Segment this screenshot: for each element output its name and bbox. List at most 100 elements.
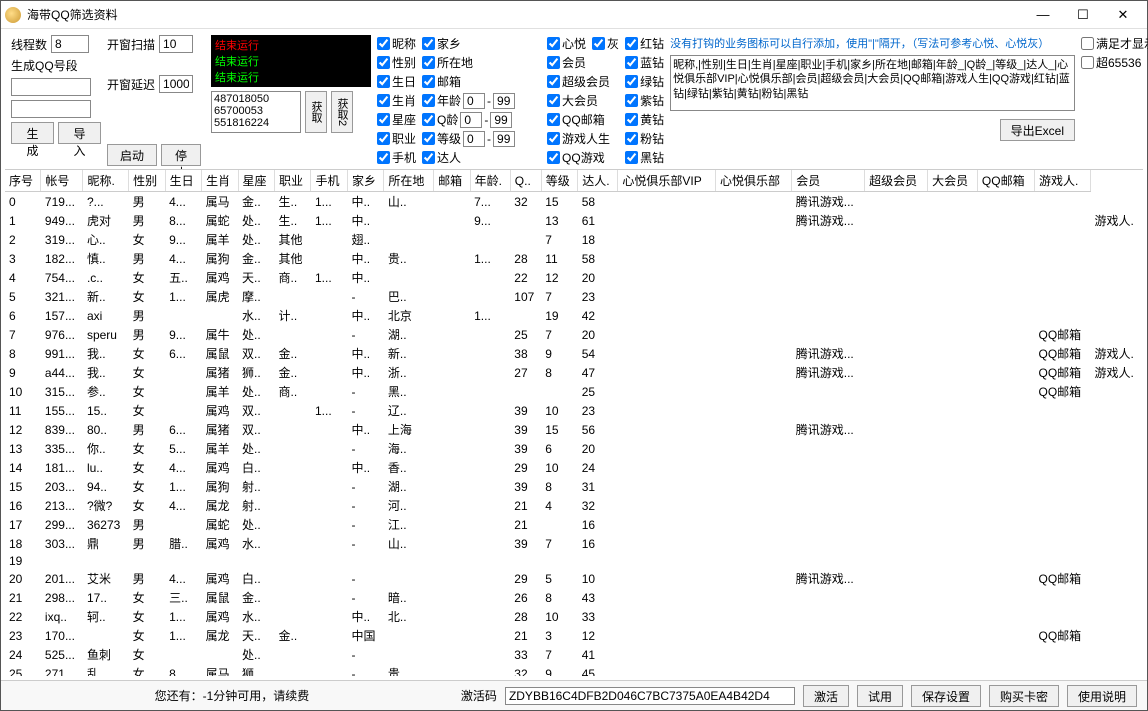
table-row[interactable]: 24525...鱼刺女处..-33741: [5, 645, 1143, 664]
minimize-button[interactable]: —: [1023, 3, 1063, 27]
col-header[interactable]: 等级: [541, 170, 577, 192]
table-row[interactable]: 14181...lu..女4...属鸡白..中..香..291024: [5, 458, 1143, 477]
col-header[interactable]: 达人.: [578, 170, 618, 192]
check-家乡[interactable]: 家乡: [422, 35, 515, 52]
check-绿钻[interactable]: 绿钻: [625, 73, 664, 90]
check-QQ游戏[interactable]: QQ游戏: [547, 149, 619, 166]
check-星座[interactable]: 星座: [377, 111, 416, 128]
table-row[interactable]: 11155...15..女属鸡双..1...-辽..391023: [5, 401, 1143, 420]
satisfy-show-check[interactable]: 满足才显示: [1081, 35, 1137, 52]
segment-from-input[interactable]: [11, 78, 91, 96]
check-灰[interactable]: 灰: [592, 35, 619, 52]
check-性别[interactable]: 性别: [377, 54, 416, 71]
check-Q龄[interactable]: Q龄-: [422, 111, 515, 128]
check-职业[interactable]: 职业: [377, 130, 416, 147]
col-header[interactable]: 大会员: [928, 170, 978, 192]
fetch-button[interactable]: 获取: [305, 91, 327, 133]
col-header[interactable]: 年龄.: [470, 170, 510, 192]
maximize-button[interactable]: ☐: [1063, 3, 1103, 27]
data-table-wrap[interactable]: 序号帐号昵称.性别生日生肖星座职业手机家乡所在地邮箱年龄.Q..等级达人.心悦俱…: [5, 169, 1143, 676]
table-row[interactable]: 17299...36273男属蛇处..-江..2116: [5, 515, 1143, 534]
col-header[interactable]: 帐号: [41, 170, 83, 192]
col-header[interactable]: 序号: [5, 170, 41, 192]
table-row[interactable]: 19: [5, 553, 1143, 569]
check-红钻[interactable]: 红钻: [625, 35, 664, 52]
table-row[interactable]: 25271...乱..女8...属马狮..-贵..32945: [5, 664, 1143, 676]
table-row[interactable]: 9a44...我..女属猪狮..金..中..浙..27847腾讯游戏...QQ邮…: [5, 363, 1143, 382]
check-粉钻[interactable]: 粉钻: [625, 130, 664, 147]
segment-to-input[interactable]: [11, 100, 91, 118]
check-黄钻[interactable]: 黄钻: [625, 111, 664, 128]
table-row[interactable]: 0719...?...男4...属马金..生..1...中..山..7...32…: [5, 192, 1143, 212]
import-button[interactable]: 导入: [58, 122, 101, 144]
trial-button[interactable]: 试用: [857, 685, 903, 707]
table-row[interactable]: 22ixq..轲..女1...属鸡水..中..北..281033: [5, 607, 1143, 626]
start-button[interactable]: 启动: [107, 144, 157, 166]
biz-fields-box[interactable]: 昵称,|性别|生日|生肖|星座|职业|手机|家乡|所在地|邮箱|年龄_|Q龄_|…: [670, 55, 1075, 111]
table-row[interactable]: 21298...17..女三..属鼠金..-暗..26843: [5, 588, 1143, 607]
col-header[interactable]: 职业: [275, 170, 311, 192]
col-header[interactable]: 星座: [238, 170, 274, 192]
over65536-check[interactable]: 超65536: [1081, 54, 1137, 71]
table-row[interactable]: 18303...鼎男腊..属鸡水..-山..39716: [5, 534, 1143, 553]
stop-button[interactable]: 停止: [161, 144, 201, 166]
check-邮箱[interactable]: 邮箱: [422, 73, 515, 90]
col-header[interactable]: 邮箱: [434, 170, 470, 192]
col-header[interactable]: 心悦俱乐部VIP: [618, 170, 716, 192]
save-settings-button[interactable]: 保存设置: [911, 685, 981, 707]
buy-card-button[interactable]: 购买卡密: [989, 685, 1059, 707]
activate-button[interactable]: 激活: [803, 685, 849, 707]
table-row[interactable]: 5321...新..女1...属虎摩..-巴..107723: [5, 287, 1143, 306]
check-蓝钻[interactable]: 蓝钻: [625, 54, 664, 71]
col-header[interactable]: 心悦俱乐部: [715, 170, 791, 192]
col-header[interactable]: 游戏人.: [1035, 170, 1091, 192]
col-header[interactable]: 超级会员: [865, 170, 928, 192]
col-header[interactable]: QQ邮箱: [977, 170, 1034, 192]
close-button[interactable]: ✕: [1103, 3, 1143, 27]
check-生肖[interactable]: 生肖: [377, 92, 416, 109]
check-大会员[interactable]: 大会员: [547, 92, 619, 109]
open-scan-input[interactable]: [159, 35, 193, 53]
check-心悦[interactable]: 心悦: [547, 35, 586, 52]
table-row[interactable]: 4754....c..女五..属鸡天..商..1...中..221220: [5, 268, 1143, 287]
check-会员[interactable]: 会员: [547, 54, 619, 71]
open-delay-input[interactable]: [159, 75, 193, 93]
col-header[interactable]: 性别: [129, 170, 165, 192]
check-年龄[interactable]: 年龄-: [422, 92, 515, 109]
help-button[interactable]: 使用说明: [1067, 685, 1137, 707]
col-header[interactable]: 所在地: [384, 170, 434, 192]
col-header[interactable]: 家乡: [347, 170, 383, 192]
check-超级会员[interactable]: 超级会员: [547, 73, 619, 90]
table-row[interactable]: 15203...94..女1...属狗射..-湖..39831: [5, 477, 1143, 496]
activation-code-input[interactable]: [505, 687, 795, 705]
table-row[interactable]: 12839...80..男6...属猪双..中..上海391556腾讯游戏...: [5, 420, 1143, 439]
table-row[interactable]: 3182...慎..男4...属狗金..其他中..贵..1...281158: [5, 249, 1143, 268]
col-header[interactable]: 生日: [165, 170, 201, 192]
check-黑钻[interactable]: 黑钻: [625, 149, 664, 166]
table-row[interactable]: 10315...参..女属羊处..商..-黑..25QQ邮箱: [5, 382, 1143, 401]
table-row[interactable]: 8991...我..女6...属鼠双..金..中..新..38954腾讯游戏..…: [5, 344, 1143, 363]
col-header[interactable]: 手机: [311, 170, 347, 192]
fetch2-button[interactable]: 获取2: [331, 91, 353, 133]
col-header[interactable]: Q..: [510, 170, 541, 192]
check-达人[interactable]: 达人: [422, 149, 515, 166]
table-row[interactable]: 6157...axi男水..计..中..北京1...1942: [5, 306, 1143, 325]
table-row[interactable]: 16213...?微?女4...属龙射..-河..21432: [5, 496, 1143, 515]
col-header[interactable]: 会员: [792, 170, 865, 192]
table-row[interactable]: 2319...心..女9...属羊处..其他翅..718: [5, 230, 1143, 249]
col-header[interactable]: 昵称.: [83, 170, 129, 192]
check-所在地[interactable]: 所在地: [422, 54, 515, 71]
col-header[interactable]: 生肖: [202, 170, 238, 192]
table-row[interactable]: 7976...speru男9...属牛处..-湖..25720QQ邮箱: [5, 325, 1143, 344]
check-游戏人生[interactable]: 游戏人生: [547, 130, 619, 147]
threads-input[interactable]: [51, 35, 89, 53]
generate-button[interactable]: 生成: [11, 122, 54, 144]
check-紫钻[interactable]: 紫钻: [625, 92, 664, 109]
check-生日[interactable]: 生日: [377, 73, 416, 90]
export-excel-button[interactable]: 导出Excel: [1000, 119, 1075, 141]
table-row[interactable]: 23170...女1...属龙天..金..中国21312QQ邮箱: [5, 626, 1143, 645]
qq-list-box[interactable]: 48701805065700053551816224: [211, 91, 301, 133]
check-昵称[interactable]: 昵称: [377, 35, 416, 52]
table-row[interactable]: 20201...艾米男4...属鸡白..-29510腾讯游戏...QQ邮箱: [5, 569, 1143, 588]
table-row[interactable]: 13335...你..女5...属羊处..-海..39620: [5, 439, 1143, 458]
